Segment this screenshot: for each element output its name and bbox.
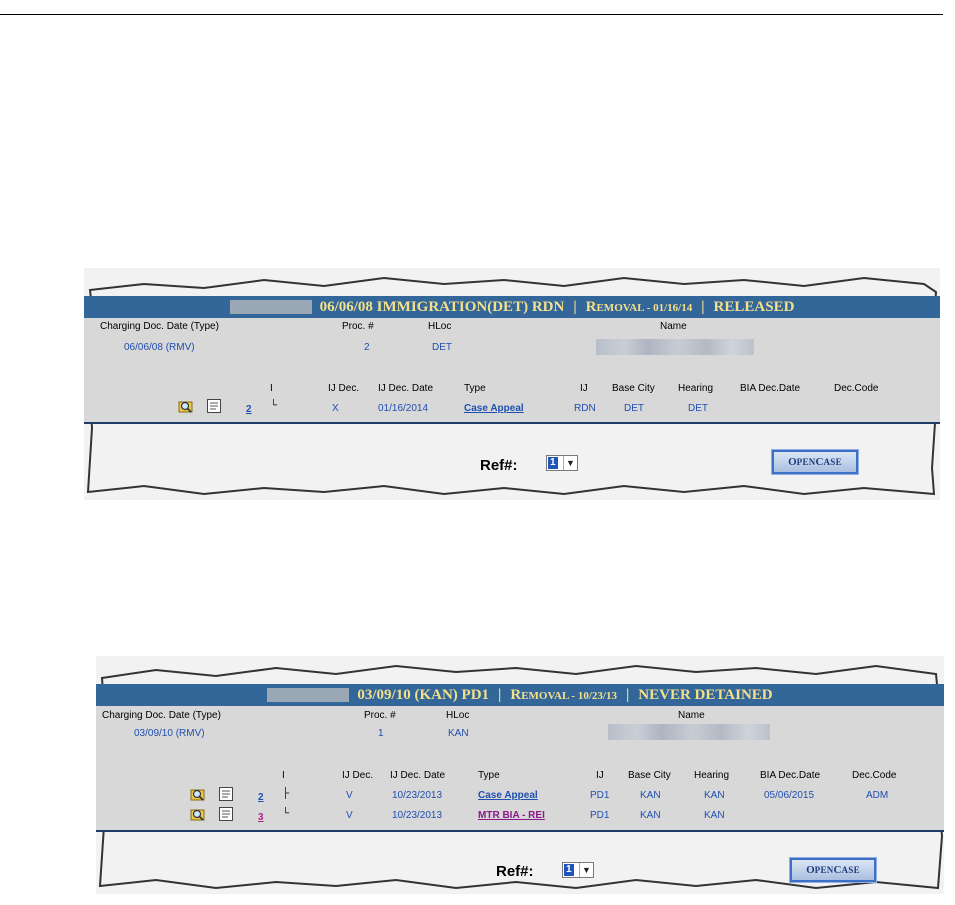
- col-ij-dec: IJ Dec.: [342, 770, 374, 781]
- header-removal: REMOVAL - 01/16/14: [585, 298, 693, 315]
- col-base-city: Base City: [612, 383, 655, 394]
- case-panel-2: 03/09/10 (KAN) PD1 | REMOVAL - 10/23/13 …: [96, 656, 944, 894]
- col-base-city: Base City: [628, 770, 671, 781]
- cell-hearing: KAN: [704, 790, 725, 801]
- cell-base-city: DET: [624, 403, 644, 414]
- col-dec-code: Dec.Code: [834, 383, 879, 394]
- cell-type-link[interactable]: Case Appeal: [464, 403, 524, 414]
- open-case-button[interactable]: O PEN C ASE: [790, 858, 876, 882]
- cell-type-link[interactable]: MTR BIA - REI: [478, 810, 545, 821]
- cell-ij-dec-date: 10/23/2013: [392, 790, 443, 801]
- col-hearing: Hearing: [694, 770, 730, 781]
- cell-hearing: DET: [688, 403, 708, 414]
- col-ij-dec-date: IJ Dec. Date: [390, 770, 446, 781]
- redacted-name: [596, 339, 754, 355]
- row-number-link[interactable]: 2: [246, 404, 252, 415]
- case-details-band: Charging Doc. Date (Type) Proc. # HLoc N…: [96, 706, 944, 832]
- cell-ij-dec: V: [346, 790, 353, 801]
- ref-label: Ref#:: [480, 457, 518, 474]
- col-type: Type: [464, 383, 486, 394]
- redacted-a-number: [267, 688, 350, 702]
- col-dec-code: Dec.Code: [852, 770, 897, 781]
- cell-ij-dec-date: 01/16/2014: [378, 403, 429, 414]
- case-header: 06/06/08 IMMIGRATION(DET) RDN | REMOVAL …: [84, 296, 940, 318]
- cell-base-city: KAN: [640, 790, 661, 801]
- cell-ij: PD1: [590, 790, 610, 801]
- ref-number-select[interactable]: 1 ▼: [546, 455, 578, 471]
- col-ij: IJ: [580, 383, 588, 394]
- magnifier-folder-icon[interactable]: [178, 398, 194, 414]
- ref-number-select[interactable]: 1 ▼: [562, 862, 594, 878]
- value-proc: 1: [378, 728, 384, 739]
- case-panel-1: 06/06/08 IMMIGRATION(DET) RDN | REMOVAL …: [84, 268, 940, 500]
- value-hloc: KAN: [448, 728, 469, 739]
- cell-ij-dec-date: 10/23/2013: [392, 810, 443, 821]
- col-ij: IJ: [596, 770, 604, 781]
- col-bia-dec-date: BIA Dec.Date: [760, 770, 821, 781]
- case-details-band: Charging Doc. Date (Type) Proc. # HLoc N…: [84, 318, 940, 424]
- label-hloc: HLoc: [446, 710, 470, 721]
- document-notes-icon[interactable]: [206, 398, 222, 414]
- label-hloc: HLoc: [428, 321, 452, 332]
- value-charging-doc: 06/06/08 (RMV): [124, 342, 195, 353]
- cell-hearing: KAN: [704, 810, 725, 821]
- document-notes-icon[interactable]: [218, 806, 234, 822]
- value-hloc: DET: [432, 342, 452, 353]
- header-date-type: 03/09/10 (KAN) PD1: [357, 686, 490, 703]
- header-date-type: 06/06/08 IMMIGRATION(DET) RDN: [319, 298, 565, 315]
- redacted-a-number: [229, 300, 312, 314]
- label-proc: Proc. #: [342, 321, 374, 332]
- col-indent: I: [282, 770, 285, 781]
- col-ij-dec-date: IJ Dec. Date: [378, 383, 434, 394]
- cell-type-link[interactable]: Case Appeal: [478, 790, 538, 801]
- open-case-button[interactable]: O PEN C ASE: [772, 450, 858, 474]
- col-indent: I: [270, 383, 273, 394]
- case-header: 03/09/10 (KAN) PD1 | REMOVAL - 10/23/13 …: [96, 684, 944, 706]
- cell-dec-code: ADM: [866, 790, 889, 801]
- chevron-down-icon[interactable]: ▼: [563, 456, 577, 470]
- chevron-down-icon[interactable]: ▼: [579, 863, 593, 877]
- row-number-link[interactable]: 2: [258, 792, 264, 803]
- magnifier-folder-icon[interactable]: [190, 786, 206, 802]
- header-removal: REMOVAL - 10/23/13: [510, 686, 617, 703]
- row-number-link[interactable]: 3: [258, 812, 264, 823]
- cell-ij: PD1: [590, 810, 610, 821]
- col-bia-dec-date: BIA Dec.Date: [740, 383, 801, 394]
- label-proc: Proc. #: [364, 710, 396, 721]
- page-top-rule: [0, 14, 943, 15]
- col-hearing: Hearing: [678, 383, 714, 394]
- tree-branch: └: [270, 400, 278, 411]
- label-name: Name: [678, 710, 705, 721]
- cell-ij-dec: V: [346, 810, 353, 821]
- value-proc: 2: [364, 342, 370, 353]
- label-name: Name: [660, 321, 687, 332]
- cell-ij-dec: X: [332, 403, 339, 414]
- label-charging-doc: Charging Doc. Date (Type): [102, 710, 221, 721]
- cell-bia-dec-date: 05/06/2015: [764, 790, 815, 801]
- header-status: NEVER DETAINED: [638, 686, 773, 703]
- cell-ij: RDN: [574, 403, 596, 414]
- tree-branch: └: [282, 808, 290, 819]
- col-type: Type: [478, 770, 500, 781]
- magnifier-folder-icon[interactable]: [190, 806, 206, 822]
- value-charging-doc: 03/09/10 (RMV): [134, 728, 205, 739]
- header-status: RELEASED: [713, 298, 795, 315]
- redacted-name: [608, 724, 770, 740]
- cell-base-city: KAN: [640, 810, 661, 821]
- tree-branch: ├: [282, 788, 290, 799]
- ref-label: Ref#:: [496, 863, 534, 880]
- col-ij-dec: IJ Dec.: [328, 383, 360, 394]
- label-charging-doc: Charging Doc. Date (Type): [100, 321, 219, 332]
- document-notes-icon[interactable]: [218, 786, 234, 802]
